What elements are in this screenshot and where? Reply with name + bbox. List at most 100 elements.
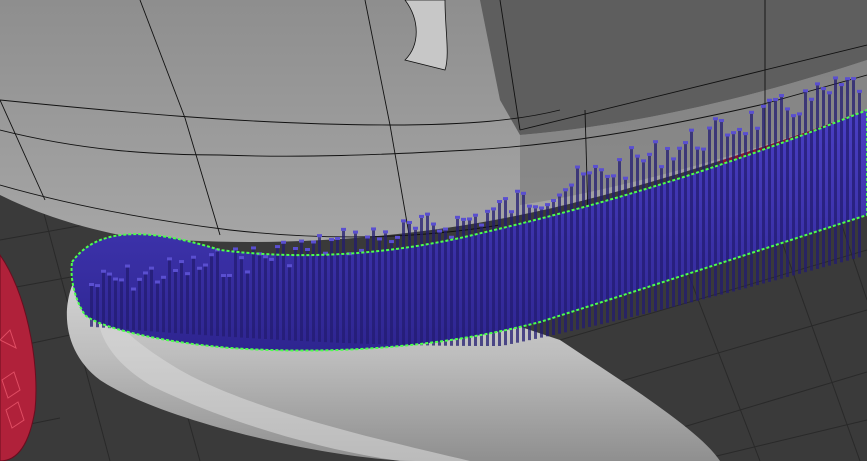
voxel-cap	[755, 126, 760, 130]
voxel-column	[114, 280, 117, 329]
voxel-column	[768, 101, 771, 282]
voxel-column	[804, 92, 807, 273]
voxel-column	[594, 167, 597, 326]
voxel-column	[438, 232, 441, 346]
voxel-cap	[197, 266, 202, 270]
voxel-cap	[623, 176, 628, 180]
voxel-cap	[239, 256, 244, 260]
voxel-cap	[503, 197, 508, 201]
voxel-cap	[425, 212, 430, 216]
voxel-cap	[173, 268, 178, 272]
voxel-column	[258, 255, 261, 339]
voxel-cap	[161, 275, 166, 279]
voxel-cap	[335, 236, 340, 240]
voxel-cap	[485, 209, 490, 213]
voxel-cap	[671, 157, 676, 161]
voxel-cap	[617, 158, 622, 162]
3d-viewport[interactable]	[0, 0, 867, 461]
voxel-column	[690, 131, 693, 303]
voxel-column	[660, 168, 663, 310]
voxel-column	[774, 100, 777, 281]
voxel-column	[222, 277, 225, 337]
voxel-cap	[365, 235, 370, 239]
voxel-cap	[179, 260, 184, 264]
voxel-cap	[605, 174, 610, 178]
voxel-cap	[611, 174, 616, 178]
voxel-cap	[527, 204, 532, 208]
voxel-cap	[563, 188, 568, 192]
voxel-column	[840, 86, 843, 263]
voxel-column	[546, 206, 549, 337]
voxel-cap	[677, 146, 682, 150]
voxel-cap	[449, 235, 454, 239]
voxel-cap	[185, 272, 190, 276]
voxel-column	[336, 239, 339, 343]
voxel-column	[504, 200, 507, 346]
voxel-column	[210, 256, 213, 336]
voxel-cap	[359, 248, 364, 252]
voxel-cap	[761, 104, 766, 108]
voxel-column	[744, 135, 747, 289]
voxel-column	[294, 249, 297, 341]
voxel-column	[534, 208, 537, 339]
voxel-column	[540, 209, 543, 338]
voxel-column	[90, 286, 93, 327]
voxel-cap	[827, 91, 832, 95]
voxel-column	[216, 251, 219, 336]
voxel-cap	[665, 146, 670, 150]
voxel-column	[390, 243, 393, 345]
voxel-column	[264, 258, 267, 340]
voxel-cap	[533, 205, 538, 209]
voxel-cap	[719, 119, 724, 123]
voxel-cap	[845, 77, 850, 81]
voxel-cap	[269, 257, 274, 261]
voxel-column	[510, 213, 513, 344]
voxel-column	[720, 122, 723, 295]
voxel-column	[318, 237, 321, 342]
voxel-column	[552, 202, 555, 336]
voxel-cap	[515, 189, 520, 193]
voxel-column	[654, 143, 657, 312]
voxel-cap	[221, 274, 226, 278]
voxel-column	[228, 276, 231, 337]
voxel-column	[324, 254, 327, 343]
voxel-column	[672, 160, 675, 307]
voxel-cap	[389, 240, 394, 244]
voxel-cap	[641, 159, 646, 163]
voxel-column	[528, 207, 531, 341]
red-object-left[interactable]	[0, 254, 37, 461]
voxel-column	[348, 255, 351, 344]
voxel-column	[288, 267, 291, 341]
voxel-column	[702, 150, 705, 300]
voxel-column	[156, 283, 159, 332]
voxel-column	[624, 179, 627, 319]
voxel-cap	[785, 107, 790, 111]
voxel-column	[684, 144, 687, 304]
voxel-cap	[575, 165, 580, 169]
voxel-cap	[149, 266, 154, 270]
voxel-cap	[143, 271, 148, 275]
voxel-column	[750, 113, 753, 287]
voxel-column	[648, 155, 651, 313]
voxel-column	[570, 186, 573, 332]
voxel-column	[522, 194, 525, 342]
voxel-cap	[107, 272, 112, 276]
voxel-cap	[101, 269, 106, 273]
viewport-scene[interactable]	[0, 0, 867, 461]
voxel-column	[192, 258, 195, 335]
voxel-column	[780, 97, 783, 279]
voxel-column	[354, 233, 357, 344]
voxel-cap	[521, 191, 526, 195]
voxel-cap	[545, 203, 550, 207]
voxel-cap	[779, 94, 784, 98]
voxel-cap	[707, 126, 712, 130]
voxel-column	[378, 240, 381, 345]
voxel-cap	[815, 82, 820, 86]
voxel-column	[162, 278, 165, 333]
voxel-cap	[797, 112, 802, 116]
voxel-cap	[95, 284, 100, 288]
voxel-column	[420, 217, 423, 346]
voxel-column	[240, 259, 243, 338]
voxel-cap	[245, 270, 250, 274]
voxel-column	[426, 215, 429, 346]
